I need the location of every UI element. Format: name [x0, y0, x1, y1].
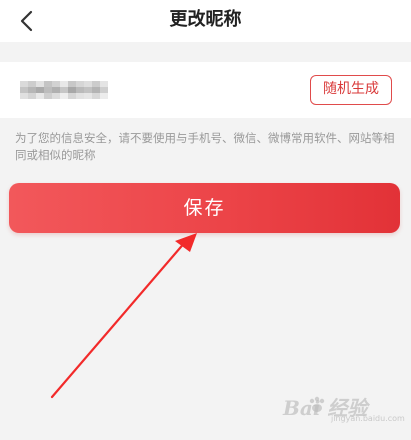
- watermark-url: jingyan.baidu.com: [331, 414, 405, 423]
- annotation-arrow: [50, 233, 197, 399]
- baidu-watermark: Bai 经验 jingyan.baidu.com: [283, 386, 405, 428]
- arrow-icon: [50, 233, 197, 399]
